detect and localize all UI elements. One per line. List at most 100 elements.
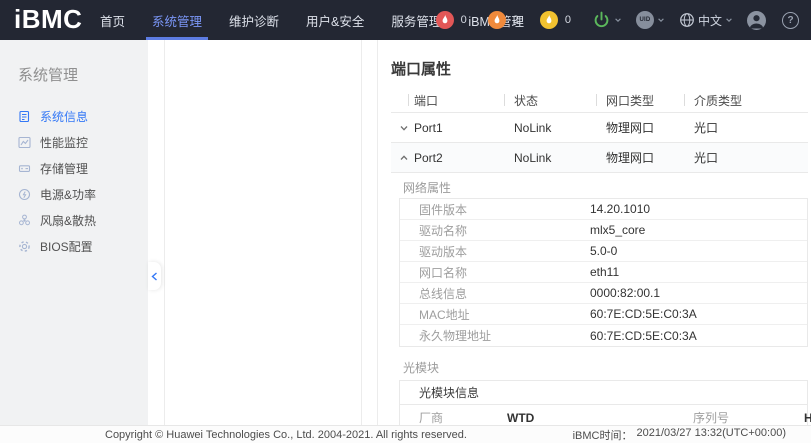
flame-icon: [440, 14, 450, 26]
critical-alarm-icon[interactable]: [436, 11, 454, 29]
sidebar-item-system-info[interactable]: 系统信息: [0, 103, 148, 129]
firmware-version-label: 固件版本: [400, 201, 590, 218]
fan-icon: [18, 214, 31, 227]
globe-icon: [679, 12, 695, 28]
critical-alarm-count: 0: [461, 14, 467, 26]
sidebar-item-bios-config[interactable]: BIOS配置: [0, 233, 148, 259]
minor-alarm-icon[interactable]: [540, 11, 558, 29]
table-row: 驱动名称mlx5_core: [400, 220, 807, 241]
help-icon[interactable]: ?: [782, 12, 799, 29]
ibmc-screen: iBMC 首页 系统管理 维护诊断 用户&安全 服务管理 iBMC管理 0 2: [0, 0, 811, 443]
user-avatar-icon[interactable]: [747, 11, 766, 30]
chevron-down-icon: [725, 16, 733, 24]
table-row: 永久物理地址60:7E:CD:5E:C0:3A: [400, 325, 807, 346]
sidebar-item-label: 存储管理: [40, 160, 88, 177]
port1-expand-toggle[interactable]: Port1: [391, 121, 509, 135]
column-header-medium-type: 介质类型: [689, 92, 808, 109]
driver-name-value: mlx5_core: [590, 223, 807, 237]
ibmc-logo: iBMC: [14, 4, 82, 35]
column-header-port: 端口: [391, 92, 509, 109]
uid-indicator-dropdown[interactable]: UID: [636, 11, 665, 29]
power-bolt-icon: [18, 188, 31, 201]
major-alarm-count: 2: [513, 14, 519, 26]
port2-collapse-toggle[interactable]: Port2: [391, 151, 509, 165]
major-alarm-group[interactable]: 2: [488, 11, 519, 29]
sidebar-title: 系统管理: [18, 64, 148, 85]
table-row: 固件版本14.20.1010: [400, 199, 807, 220]
table-row: 总线信息0000:82:00.1: [400, 283, 807, 304]
nav-item-home[interactable]: 首页: [94, 0, 131, 40]
page-title: 端口属性: [391, 58, 808, 79]
secondary-panel: [164, 40, 362, 425]
sidebar-menu: 系统信息 性能监控 存储管理: [0, 103, 148, 259]
table-row: 驱动版本5.0-0: [400, 241, 807, 262]
port-type: 物理网口: [601, 149, 689, 166]
network-properties-table: 固件版本14.20.1010 驱动名称mlx5_core 驱动版本5.0-0 网…: [399, 198, 808, 347]
ibmc-time-label: iBMC时间：: [573, 427, 633, 443]
port-table-header: 端口 状态 网口类型 介质类型: [391, 88, 808, 113]
language-label: 中文: [698, 12, 722, 29]
sidebar-item-performance-monitor[interactable]: 性能监控: [0, 129, 148, 155]
storage-drive-icon: [18, 162, 31, 175]
bus-info-value: 0000:82:00.1: [590, 286, 807, 300]
minor-alarm-group[interactable]: 0: [540, 11, 571, 29]
sidebar-item-label: 性能监控: [40, 134, 88, 151]
table-row-port1[interactable]: Port1 NoLink 物理网口 光口: [391, 113, 808, 143]
power-status-icon: [592, 11, 611, 30]
chevron-left-icon: [151, 272, 158, 281]
ibmc-time-value: 2021/03/27 13:32(UTC+00:00): [636, 427, 786, 443]
sidebar-item-fan-cooling[interactable]: 风扇&散热: [0, 207, 148, 233]
sidebar-item-label: 风扇&散热: [40, 212, 96, 229]
person-icon: [747, 11, 766, 30]
critical-alarm-group[interactable]: 0: [436, 11, 467, 29]
sidebar-item-label: BIOS配置: [40, 238, 93, 255]
sidebar-item-power[interactable]: 电源&功率: [0, 181, 148, 207]
flame-icon: [492, 14, 502, 26]
sidebar-collapse-button[interactable]: [148, 262, 161, 290]
bus-info-label: 总线信息: [400, 285, 590, 302]
sidebar-item-storage-management[interactable]: 存储管理: [0, 155, 148, 181]
line-chart-icon: [18, 136, 31, 149]
sidebar-item-label: 电源&功率: [40, 186, 96, 203]
chevron-down-icon: [657, 16, 665, 24]
chevron-up-icon: [399, 153, 409, 163]
mac-address-value: 60:7E:CD:5E:C0:3A: [590, 307, 807, 321]
port-type: 物理网口: [601, 119, 689, 136]
flame-icon: [544, 14, 554, 26]
driver-version-label: 驱动版本: [400, 243, 590, 260]
optical-module-table: 光模块信息 厂商 WTD 序列号 HN205200110043: [399, 380, 808, 425]
footer-bar: Copyright © Huawei Technologies Co., Ltd…: [0, 425, 811, 443]
language-selector[interactable]: 中文: [679, 12, 733, 29]
column-header-port-type: 网口类型: [601, 92, 689, 109]
sidebar-item-label: 系统信息: [40, 108, 88, 125]
serial-number-label: 序列号: [674, 409, 804, 425]
port-name: Port1: [414, 121, 443, 135]
nav-item-system-management[interactable]: 系统管理: [146, 0, 208, 40]
table-row: 网口名称eth11: [400, 262, 807, 283]
column-header-status: 状态: [509, 92, 601, 109]
nav-item-user-security[interactable]: 用户&安全: [300, 0, 370, 40]
table-row: 厂商 WTD 序列号 HN205200110043: [400, 405, 807, 425]
power-control-dropdown[interactable]: [592, 11, 622, 30]
ibmc-time: iBMC时间： 2021/03/27 13:32(UTC+00:00): [573, 427, 786, 443]
minor-alarm-count: 0: [565, 14, 571, 26]
port-name-value: eth11: [590, 265, 807, 279]
port-medium: 光口: [689, 119, 808, 136]
uid-indicator-icon: UID: [636, 11, 654, 29]
vendor-label: 厂商: [400, 409, 507, 425]
major-alarm-icon[interactable]: [488, 11, 506, 29]
driver-name-label: 驱动名称: [400, 222, 590, 239]
chevron-down-icon: [399, 123, 409, 133]
permanent-mac-label: 永久物理地址: [400, 327, 590, 344]
top-navigation-bar: iBMC 首页 系统管理 维护诊断 用户&安全 服务管理 iBMC管理 0 2: [0, 0, 811, 40]
port-properties-panel: 端口属性 端口 状态 网口类型 介质类型 Port1 NoLink 物理网口 光…: [377, 40, 811, 425]
mac-address-label: MAC地址: [400, 306, 590, 323]
serial-number-value: HN205200110043: [804, 411, 811, 425]
table-row-port2[interactable]: Port2 NoLink 物理网口 光口: [391, 143, 808, 173]
port-name: Port2: [414, 151, 443, 165]
sidebar: 系统管理 系统信息 性能监控: [0, 40, 148, 425]
nav-status-cluster: 0 2 0 UID: [436, 0, 799, 40]
nav-item-maintenance-diagnosis[interactable]: 维护诊断: [223, 0, 285, 40]
network-properties-title: 网络属性: [403, 179, 808, 196]
copyright-text: Copyright © Huawei Technologies Co., Ltd…: [105, 429, 467, 441]
